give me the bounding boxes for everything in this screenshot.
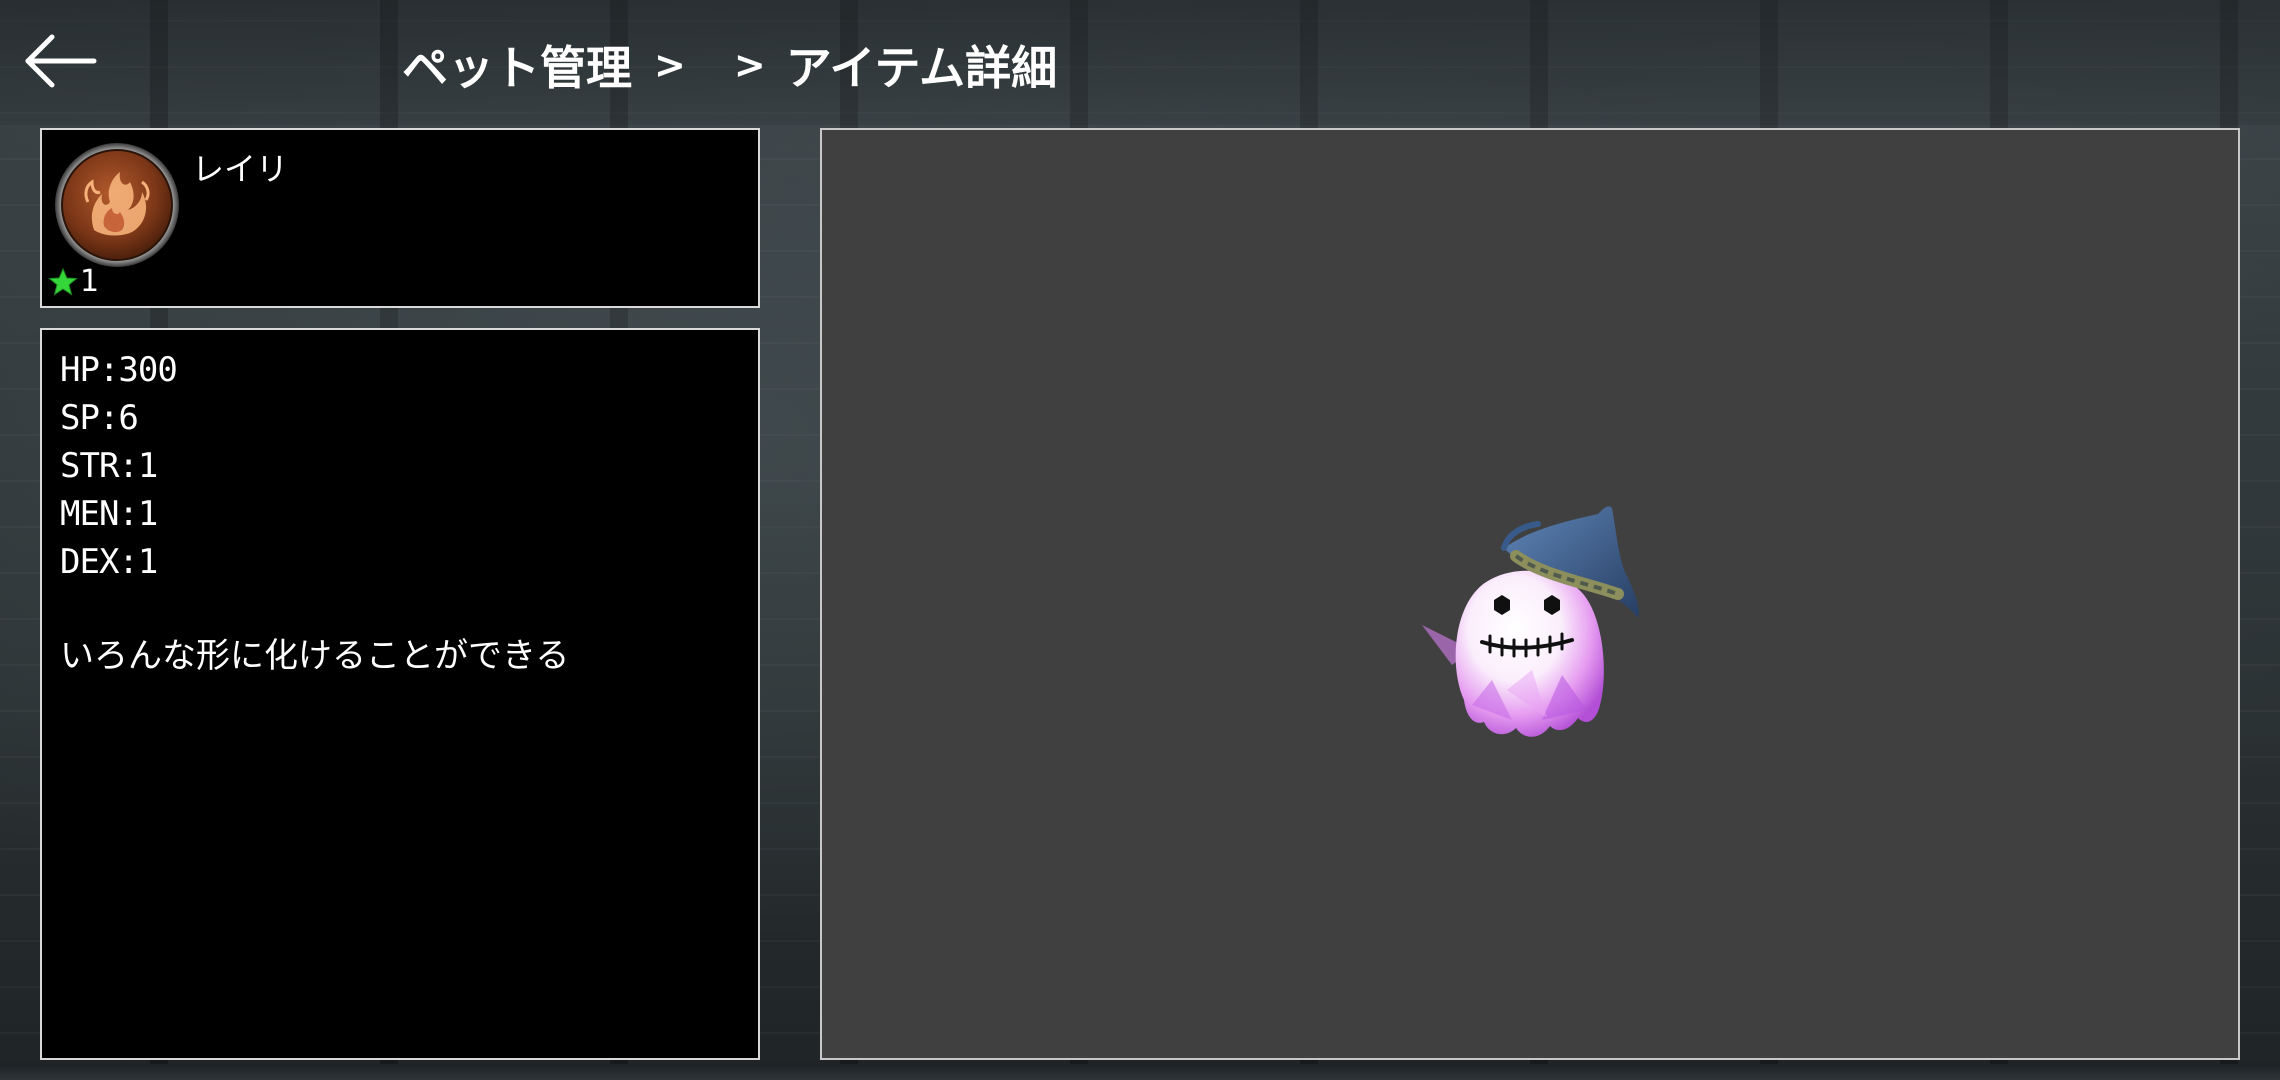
ghost-pet-model[interactable]: [1412, 490, 1672, 770]
breadcrumb: ペット管理 > > アイテム詳細: [402, 30, 1057, 100]
stat-sp: SP:6: [60, 398, 139, 438]
fox-emblem-icon: [54, 142, 180, 268]
pet-name: レイリ: [192, 150, 289, 188]
pet-description: いろんな形に化けることができる: [60, 636, 570, 676]
pet-header-panel: レイリ 1: [40, 128, 760, 308]
page-title: アイテム詳細: [785, 41, 1058, 95]
green-star-icon: [48, 267, 78, 296]
stat-men: MEN:1: [60, 494, 158, 534]
rank-indicator: 1: [48, 264, 99, 299]
arrow-left-icon: [25, 34, 97, 88]
header-band: [0, 0, 2280, 125]
stat-dex: DEX:1: [60, 542, 158, 582]
model-preview-panel[interactable]: [820, 128, 2240, 1060]
back-button[interactable]: [22, 28, 102, 94]
stats-panel: HP:300 SP:6 STR:1 MEN:1 DEX:1 いろんな形に化けるこ…: [40, 328, 760, 1060]
bottom-strip: [0, 1064, 2280, 1080]
stat-hp: HP:300: [60, 350, 178, 390]
breadcrumb-separator: >: [733, 43, 766, 87]
breadcrumb-separator: >: [654, 43, 686, 87]
stat-str: STR:1: [60, 446, 158, 486]
breadcrumb-pet-management[interactable]: ペット管理: [402, 32, 632, 98]
rank-value: 1: [80, 264, 100, 299]
